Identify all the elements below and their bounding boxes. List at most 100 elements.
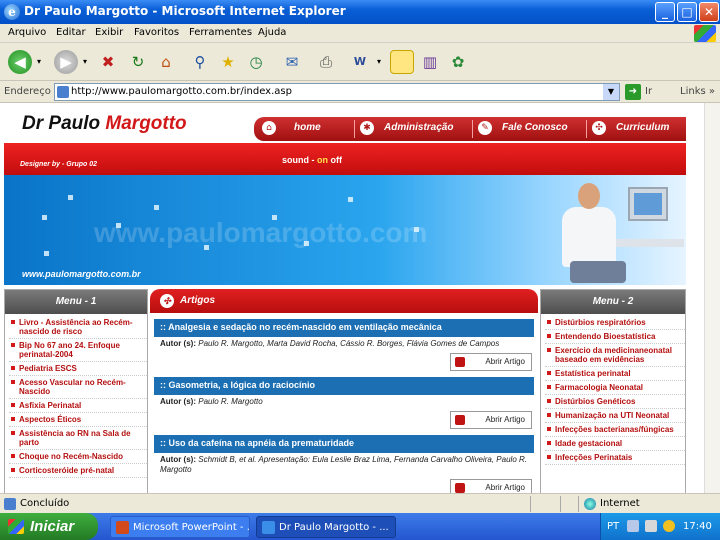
doctor-head <box>578 183 600 209</box>
internet-explorer-icon <box>262 521 275 534</box>
security-alert-icon[interactable] <box>663 520 675 532</box>
banner-watermark: www.paulomargotto.com <box>94 217 428 248</box>
article-title[interactable]: :: Gasometria, a lógica do raciocínio <box>154 377 534 395</box>
volume-icon[interactable] <box>645 520 657 532</box>
nav-divider <box>354 120 355 138</box>
left-menu-item[interactable]: Bip No 67 ano 24. Enfoque perinatal-2004 <box>9 341 147 362</box>
nav-home[interactable]: home <box>294 122 321 133</box>
right-menu-item[interactable]: Distúrbios respiratórios <box>545 318 685 330</box>
article-title[interactable]: :: Analgesia e sedação no recém-nascido … <box>154 319 534 337</box>
red-subheader: Designer by - Grupo 02 sound - on off <box>4 143 686 175</box>
media-icon[interactable]: ▥ <box>418 50 442 74</box>
stop-icon[interactable]: ✖ <box>96 50 120 74</box>
right-menu-item[interactable]: Distúrbios Genéticos <box>545 397 685 409</box>
close-button[interactable]: ✕ <box>699 2 719 22</box>
minimize-button[interactable]: _ <box>655 2 675 22</box>
start-label: Iniciar <box>30 518 75 535</box>
right-menu-item[interactable]: Infecções bacterianas/fúngicas <box>545 425 685 437</box>
address-input[interactable]: http://www.paulomargotto.com.br/index.as… <box>54 83 620 101</box>
go-button[interactable]: Ir <box>645 86 652 97</box>
gear-icon: ✱ <box>360 121 374 135</box>
maximize-button[interactable]: □ <box>677 2 697 22</box>
left-menu-item[interactable]: Aspectos Éticos <box>9 415 147 427</box>
forward-icon[interactable]: ▶ <box>54 50 78 74</box>
article-card: :: Gasometria, a lógica do raciocínio Au… <box>154 377 534 429</box>
author-names: Paulo R. Margotto <box>198 397 263 406</box>
left-menu: Menu - 1 Livro - Assistência ao Recém-na… <box>4 289 148 493</box>
article-title[interactable]: :: Uso da cafeína na apnéia da prematuri… <box>154 435 534 453</box>
left-menu-item[interactable]: Assistência ao RN na Sala de parto <box>9 429 147 450</box>
toolbar: ◀ ▾ ▶ ▾ ✖ ↻ ⌂ ⚲ ★ ◷ ✉ ⎙ W ▾ ▥ ✿ <box>0 43 720 81</box>
nav-administracao[interactable]: Administração <box>384 122 453 133</box>
menu-arquivo[interactable]: Arquivo <box>8 27 46 38</box>
mail-icon[interactable]: ✉ <box>280 50 304 74</box>
left-menu-item[interactable]: Acesso Vascular no Recém-Nascido <box>9 378 147 399</box>
messenger-icon[interactable]: ✿ <box>446 50 470 74</box>
right-menu-item[interactable]: Estatística perinatal <box>545 369 685 381</box>
sound-on-link[interactable]: on <box>317 155 328 165</box>
internet-explorer-icon: e <box>4 4 20 20</box>
nav-fale-conosco[interactable]: Fale Conosco <box>502 122 568 133</box>
done-page-icon <box>4 498 16 510</box>
right-menu-list: Distúrbios respiratórios Entendendo Bioe… <box>541 314 685 465</box>
menu-editar[interactable]: Editar <box>56 27 86 38</box>
menu-exibir[interactable]: Exibir <box>95 27 123 38</box>
menu-favoritos[interactable]: Favoritos <box>134 27 179 38</box>
computer-monitor <box>628 187 668 221</box>
menu-ferramentas[interactable]: Ferramentes <box>189 27 252 38</box>
banner-url: www.paulomargotto.com.br <box>22 269 141 279</box>
refresh-icon[interactable]: ↻ <box>126 50 150 74</box>
status-divider <box>560 496 561 512</box>
forward-dropdown-icon[interactable]: ▾ <box>80 50 90 74</box>
home-icon[interactable]: ⌂ <box>154 50 178 74</box>
nav-curriculum[interactable]: Curriculum <box>616 122 669 133</box>
menu-ajuda[interactable]: Ajuda <box>258 27 286 38</box>
start-button[interactable]: Iniciar <box>0 513 98 540</box>
author-names: Schmidt B, et al. Apresentação: Eula Les… <box>160 455 527 474</box>
search-icon[interactable]: ⚲ <box>188 50 212 74</box>
article-card: :: Uso da cafeína na apnéia da prematuri… <box>154 435 534 493</box>
open-article-button[interactable]: Abrir Artigo <box>450 479 532 493</box>
right-menu-item[interactable]: Infecções Perinatais <box>545 453 685 465</box>
print-icon[interactable]: ⎙ <box>314 50 338 74</box>
left-menu-item[interactable]: Livro - Assistência ao Recém-nascido de … <box>9 318 147 339</box>
address-dropdown-icon[interactable]: ▼ <box>603 84 619 100</box>
left-menu-item[interactable]: Asfixia Perinatal <box>9 401 147 413</box>
sound-off-link[interactable]: off <box>331 155 343 165</box>
edit-icon[interactable]: W <box>348 50 372 74</box>
right-menu-item[interactable]: Entendendo Bioestatística <box>545 332 685 344</box>
left-menu-item[interactable]: Corticosteróide pré-natal <box>9 466 147 478</box>
right-menu-item[interactable]: Exercício da medicinaneonatal baseado em… <box>545 346 685 367</box>
links-chevron-icon: » <box>708 86 716 97</box>
links-button[interactable]: Links » <box>680 86 715 97</box>
favorites-icon[interactable]: ★ <box>216 50 240 74</box>
edit-dropdown-icon[interactable]: ▾ <box>374 50 384 74</box>
article-authors: Autor (s): Schmidt B, et al. Apresentaçã… <box>154 453 534 477</box>
menu-bar: Arquivo Editar Exibir Favoritos Ferramen… <box>0 24 720 43</box>
document-icon <box>455 415 465 425</box>
taskbar-item-powerpoint[interactable]: Microsoft PowerPoint - ... <box>110 516 250 538</box>
history-icon[interactable]: ◷ <box>244 50 268 74</box>
right-menu: Menu - 2 Distúrbios respiratórios Entend… <box>540 289 686 493</box>
left-menu-item[interactable]: Pediatria ESCS <box>9 364 147 376</box>
author-label: Autor (s): <box>160 397 196 406</box>
site-logo[interactable]: Dr Paulo Margotto <box>22 113 187 135</box>
left-menu-item[interactable]: Choque no Recém-Nascido <box>9 452 147 464</box>
note-icon[interactable] <box>390 50 414 74</box>
language-indicator[interactable]: PT <box>607 521 619 532</box>
brand-last: Margotto <box>105 113 187 134</box>
task-label: Dr Paulo Margotto - ... <box>279 522 389 533</box>
network-icon[interactable] <box>627 520 639 532</box>
right-menu-item[interactable]: Farmacologia Neonatal <box>545 383 685 395</box>
go-icon[interactable]: ➜ <box>625 84 641 100</box>
taskbar-item-ie[interactable]: Dr Paulo Margotto - ... <box>256 516 396 538</box>
open-article-button[interactable]: Abrir Artigo <box>450 353 532 371</box>
status-divider <box>578 496 579 512</box>
right-menu-item[interactable]: Humanização na UTI Neonatal <box>545 411 685 423</box>
back-dropdown-icon[interactable]: ▾ <box>34 50 44 74</box>
open-article-button[interactable]: Abrir Artigo <box>450 411 532 429</box>
right-menu-item[interactable]: Idade gestacional <box>545 439 685 451</box>
vertical-scrollbar[interactable] <box>704 103 720 493</box>
doctor-coat <box>562 207 616 267</box>
back-icon[interactable]: ◀ <box>8 50 32 74</box>
